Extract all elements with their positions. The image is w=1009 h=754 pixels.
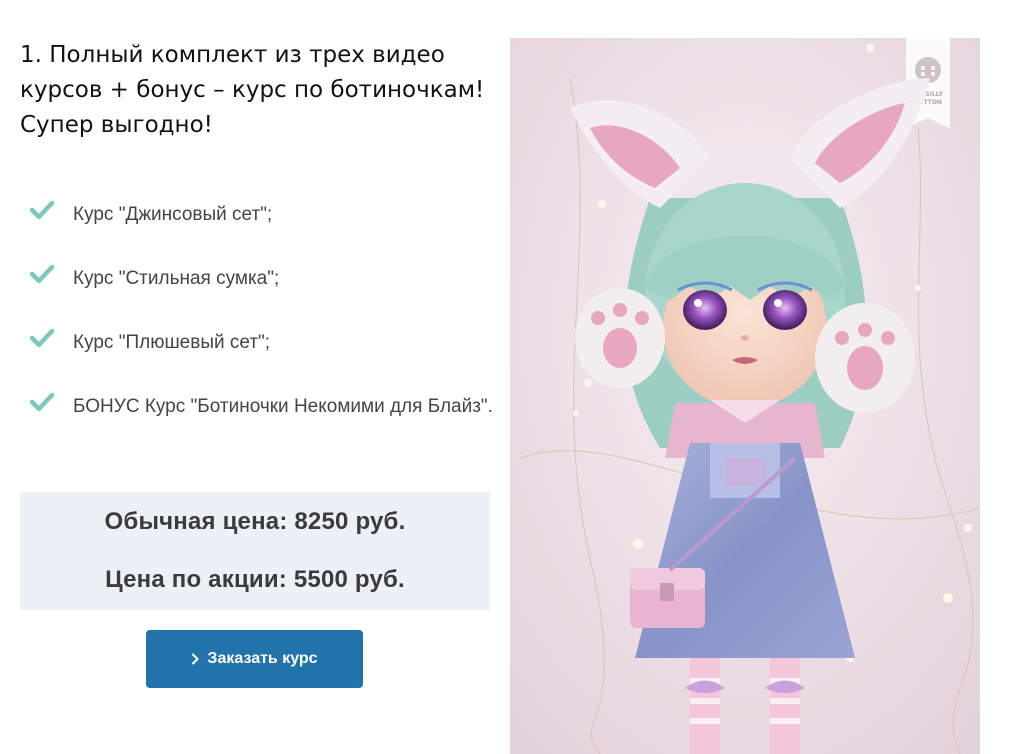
price-box: Обычная цена: 8250 руб. Цена по акции: 5… [20,492,490,610]
offer-heading: 1. Полный комплект из трех видео курсов … [20,42,485,138]
regular-price: Обычная цена: 8250 руб. [104,508,406,535]
feature-label: Курс "Плюшевый сет"; [73,332,271,353]
product-photo: MY SILLY BUTTON [510,38,980,754]
chevron-right-icon [192,653,199,665]
feature-label: Курс "Джинсовый сет"; [73,204,273,225]
order-course-label: Заказать курс [207,650,318,667]
check-icon [30,392,54,412]
list-item: БОНУС Курс "Ботиночки Некомими для Блайз… [30,388,500,425]
check-icon [30,264,54,284]
list-item: Курс "Стильная сумка"; [30,260,500,297]
order-course-button[interactable]: Заказать курс [146,630,363,688]
list-item: Курс "Плюшевый сет"; [30,324,500,361]
sale-price: Цена по акции: 5500 руб. [105,566,405,593]
check-icon [30,328,54,348]
list-item: Курс "Джинсовый сет"; [30,196,500,233]
feature-label: БОНУС Курс "Ботиночки Некомими для Блайз… [73,396,493,417]
check-icon [30,200,54,220]
feature-list: Курс "Джинсовый сет"; Курс "Стильная сум… [30,196,500,425]
feature-label: Курс "Стильная сумка"; [73,268,280,289]
